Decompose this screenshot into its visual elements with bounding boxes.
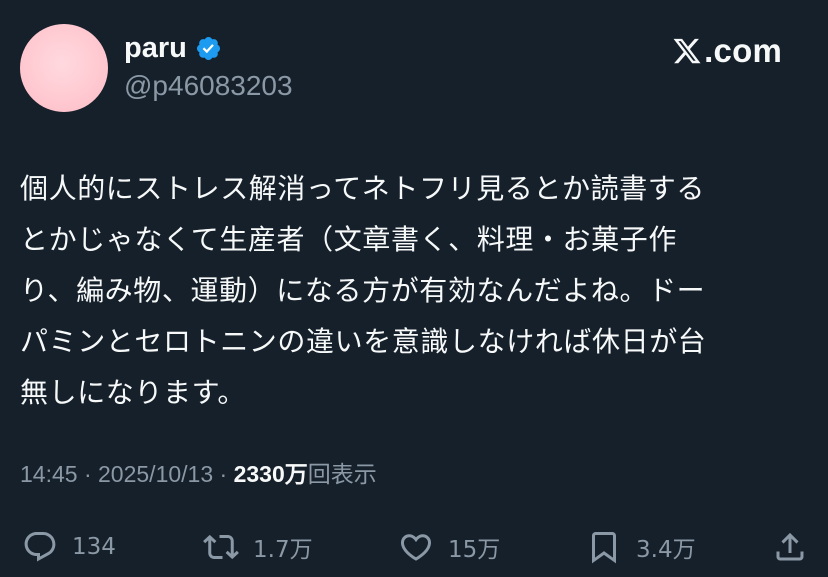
meta-separator: · (219, 461, 228, 487)
tweet-text-line: 無しになります。 (20, 376, 247, 409)
reply-count: 134 (72, 534, 116, 560)
tweet-text-line: パミンとセロトニンの違いを意識しなければ休日が台 (20, 325, 707, 358)
meta-separator: · (83, 461, 92, 487)
author-name-row: paru (124, 34, 222, 63)
repost-icon (203, 534, 239, 560)
heart-icon (400, 534, 432, 561)
bookmark-icon (592, 532, 616, 564)
tweet-text-line: り、編み物、運動）になる方が有効なんだよね。ドー (20, 274, 706, 307)
brand-text: .com (704, 32, 782, 69)
tweet-text-line: 個人的にストレス解消ってネトフリ見るとか読書する (20, 172, 706, 205)
x-logo-icon (672, 36, 702, 66)
share-button[interactable] (772, 525, 808, 569)
views-label: 回表示 (307, 462, 377, 488)
reply-icon (24, 532, 56, 562)
like-button[interactable]: 15万 (398, 525, 500, 569)
avatar[interactable] (20, 24, 108, 112)
action-bar: 134 1.7万 15万 3.4万 (0, 525, 828, 569)
like-count: 15万 (448, 537, 501, 563)
repost-button[interactable]: 1.7万 (203, 525, 313, 569)
tweet-text-line: とかじゃなくて生産者（文章書く、料理・お菓子作 (20, 223, 677, 256)
tweet-date[interactable]: 2025/10/13 (98, 461, 213, 487)
tweet-time[interactable]: 14:45 (20, 461, 78, 487)
repost-count: 1.7万 (253, 537, 313, 563)
tweet-meta: 14:45 · 2025/10/13 · 2330万回表示 (20, 461, 377, 490)
verified-badge-icon (195, 35, 222, 62)
reply-button[interactable]: 134 (22, 525, 116, 569)
bookmark-count: 3.4万 (636, 537, 696, 563)
views-count: 2330万 (233, 461, 308, 487)
share-icon (776, 532, 804, 561)
author-display-name[interactable]: paru (124, 34, 187, 63)
author-handle[interactable]: @p46083203 (124, 70, 293, 102)
bookmark-button[interactable]: 3.4万 (586, 525, 696, 569)
tweet-text: 個人的にストレス解消ってネトフリ見るとか読書する とかじゃなくて生産者（文章書く… (20, 163, 790, 418)
brand-watermark: .com (672, 34, 782, 67)
